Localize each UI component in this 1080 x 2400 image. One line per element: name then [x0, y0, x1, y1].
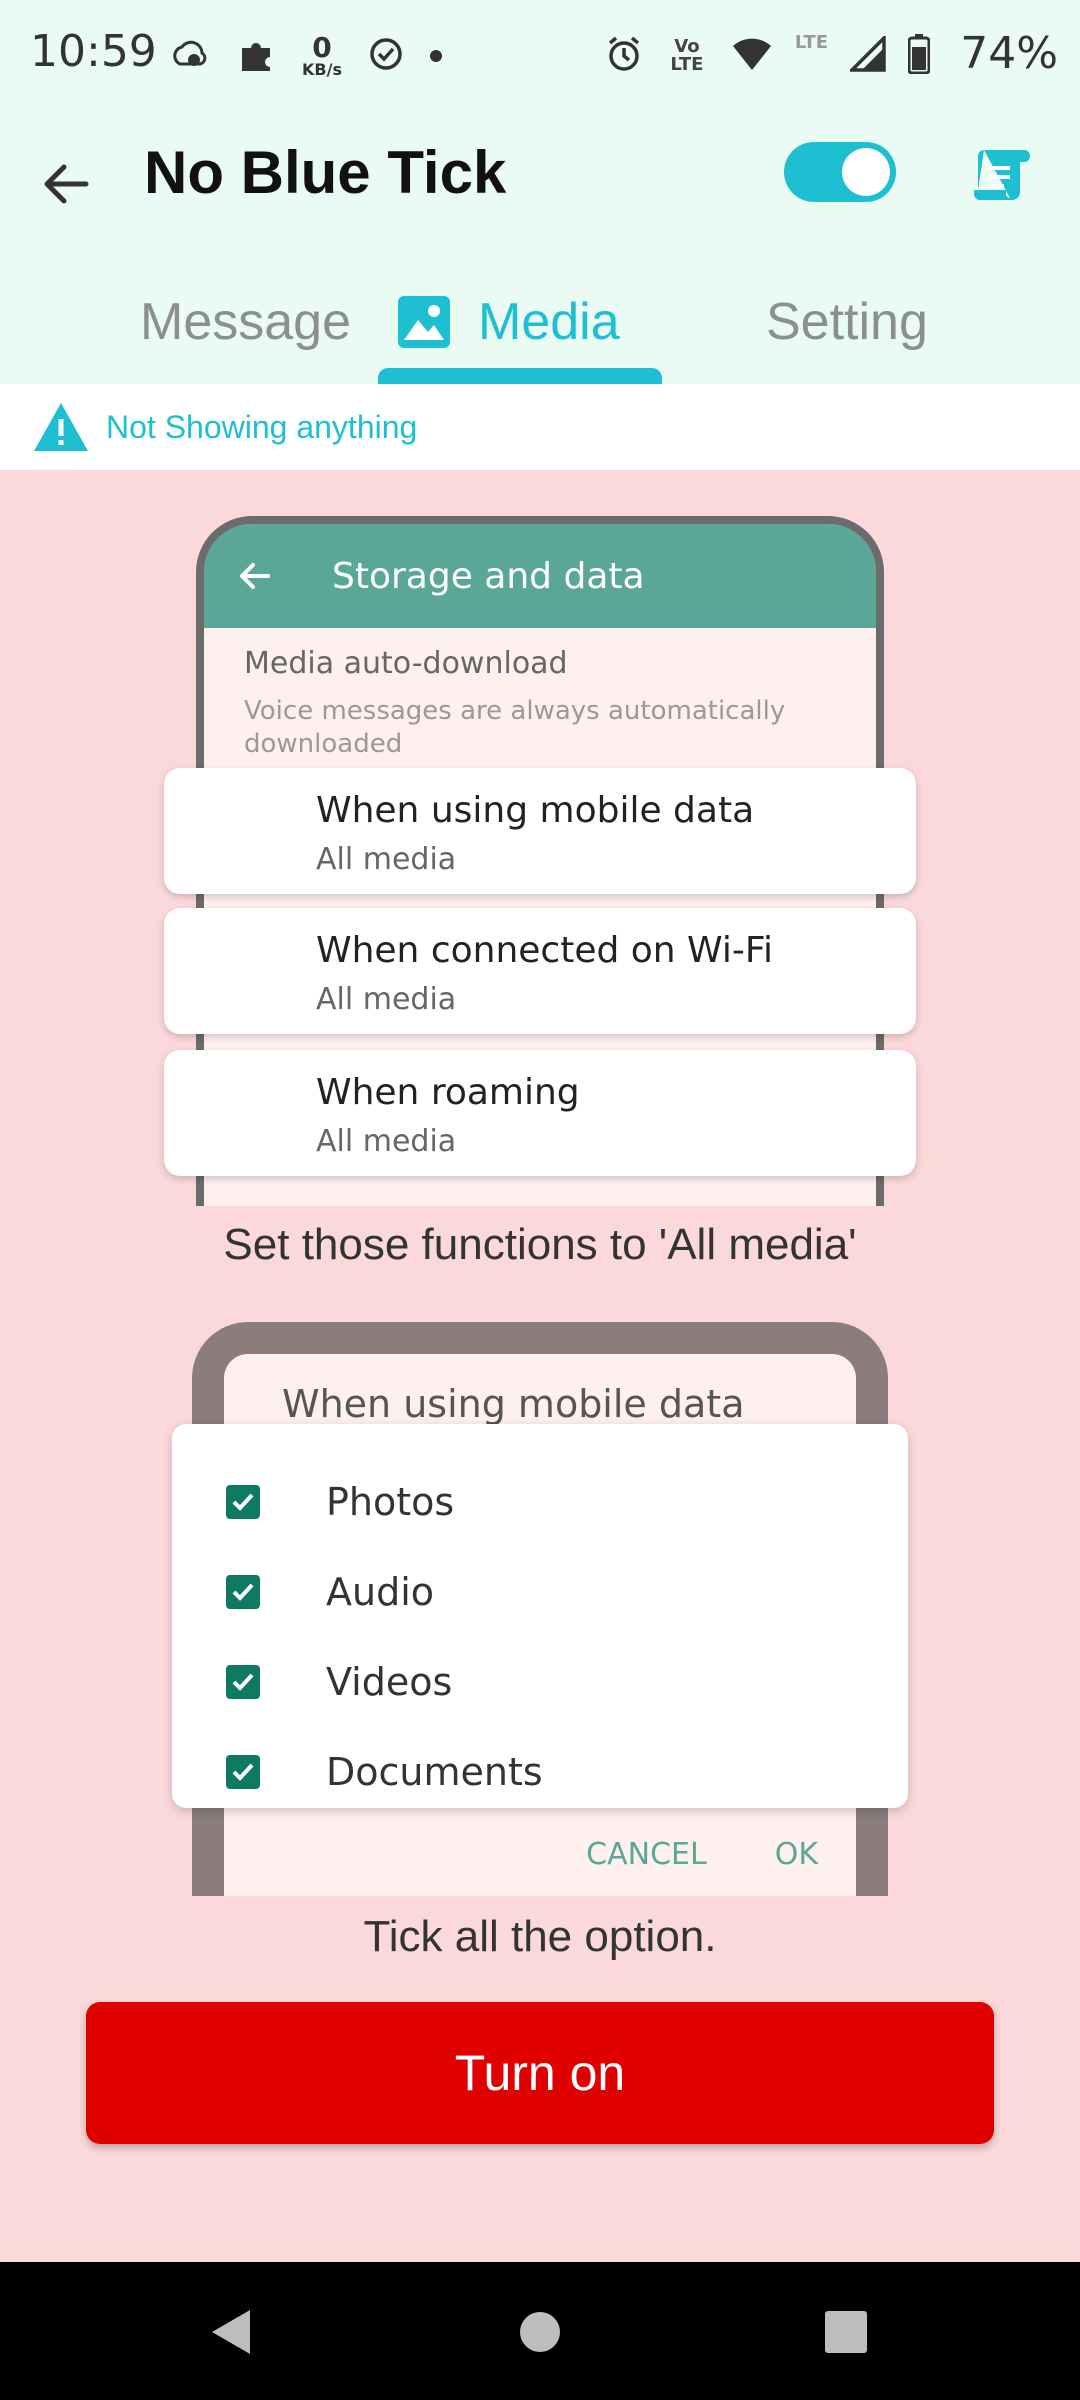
gb-cloud-icon — [170, 34, 210, 78]
illustration-ok: OK — [774, 1837, 818, 1872]
app-title: No Blue Tick — [144, 139, 507, 206]
warning-text: Not Showing anything — [106, 408, 418, 445]
illustration-card: When using mobile data All media — [164, 768, 916, 894]
card-title: When roaming — [316, 1072, 580, 1113]
circle-home-icon — [520, 2312, 560, 2352]
network-speed: 0 KB/s — [302, 31, 342, 79]
notification-dot-icon — [429, 50, 442, 62]
checkbox-checked-icon — [226, 1575, 260, 1609]
card-subtitle: All media — [316, 1124, 457, 1159]
tab-indicator — [378, 368, 662, 384]
service-toggle[interactable] — [784, 142, 896, 202]
illustration-card: When connected on Wi-Fi All media — [164, 908, 916, 1034]
triangle-back-icon — [212, 2310, 250, 2354]
tab-message[interactable]: Message — [140, 280, 351, 364]
arrow-left-icon — [44, 164, 89, 204]
status-left-icons: 0 KB/s — [170, 34, 442, 78]
card-title: When connected on Wi-Fi — [316, 930, 773, 971]
tab-bar: Message Media Setting — [0, 250, 1080, 384]
app-bar: No Blue Tick — [0, 120, 1080, 260]
nav-recents-button[interactable] — [816, 2302, 876, 2362]
system-nav-bar — [0, 2262, 1080, 2400]
card-subtitle: All media — [316, 982, 457, 1017]
check-circle-icon — [368, 36, 404, 76]
turn-on-button[interactable]: Turn on — [86, 2002, 994, 2144]
illustration2-title: When using mobile data — [282, 1382, 745, 1426]
warning-bar: Not Showing anything — [0, 384, 1080, 470]
nav-back-button[interactable] — [200, 2302, 260, 2362]
signal-icon — [847, 33, 886, 76]
status-time: 10:59 — [30, 26, 157, 77]
back-button[interactable] — [30, 148, 102, 220]
card-title: When using mobile data — [316, 790, 755, 831]
checkbox-checked-icon — [226, 1755, 260, 1789]
tab-media[interactable]: Media — [396, 280, 620, 364]
status-bar: 10:59 0 KB/s Vo LTE LTE 74% — [0, 0, 1080, 120]
status-right-icons: Vo LTE LTE — [605, 32, 931, 78]
illustration-description: Voice messages are always automatically … — [244, 696, 786, 759]
volte-indicator: Vo LTE — [670, 36, 704, 75]
illustration-card: When roaming All media — [164, 1050, 916, 1176]
card-subtitle: All media — [316, 842, 457, 877]
illustration2-caption: Tick all the option. — [363, 1912, 717, 1961]
option-row: Videos — [226, 1652, 452, 1712]
square-recents-icon — [825, 2311, 867, 2353]
arrow-left-icon — [240, 563, 270, 589]
scroll-document-icon — [974, 150, 1030, 200]
wifi-icon — [731, 36, 773, 76]
lte-indicator: LTE — [794, 32, 828, 53]
illustration-header: Storage and data — [204, 524, 876, 628]
document-button[interactable] — [966, 138, 1038, 210]
tab-label: Media — [478, 293, 620, 351]
illustration-section: Media auto-download — [244, 646, 568, 681]
toggle-knob — [842, 148, 890, 196]
alarm-icon — [605, 35, 643, 77]
option-label: Videos — [326, 1660, 453, 1704]
option-label: Documents — [326, 1750, 543, 1794]
option-label: Photos — [326, 1480, 455, 1524]
illustration-cancel: CANCEL — [586, 1837, 707, 1872]
warning-icon — [34, 403, 88, 451]
image-icon — [398, 296, 450, 348]
option-label: Audio — [326, 1570, 435, 1614]
option-row: Audio — [226, 1562, 434, 1622]
tab-setting[interactable]: Setting — [766, 280, 928, 364]
illustration-header-title: Storage and data — [332, 555, 645, 597]
illustration1-caption: Set those functions to 'All media' — [223, 1220, 857, 1269]
puzzle-icon — [236, 34, 276, 78]
battery-icon — [907, 34, 931, 78]
checkbox-checked-icon — [226, 1665, 260, 1699]
checkbox-checked-icon — [226, 1485, 260, 1519]
options-dialog-illustration: Photos Audio Videos Documents — [172, 1424, 908, 1808]
tab-label: Setting — [766, 293, 928, 351]
option-row: Documents — [226, 1742, 543, 1802]
nav-home-button[interactable] — [510, 2302, 570, 2362]
option-row: Photos — [226, 1472, 454, 1532]
tab-label: Message — [140, 293, 351, 351]
battery-percent: 74% — [960, 28, 1058, 79]
illustration2-actions: CANCEL OK — [586, 1837, 818, 1872]
